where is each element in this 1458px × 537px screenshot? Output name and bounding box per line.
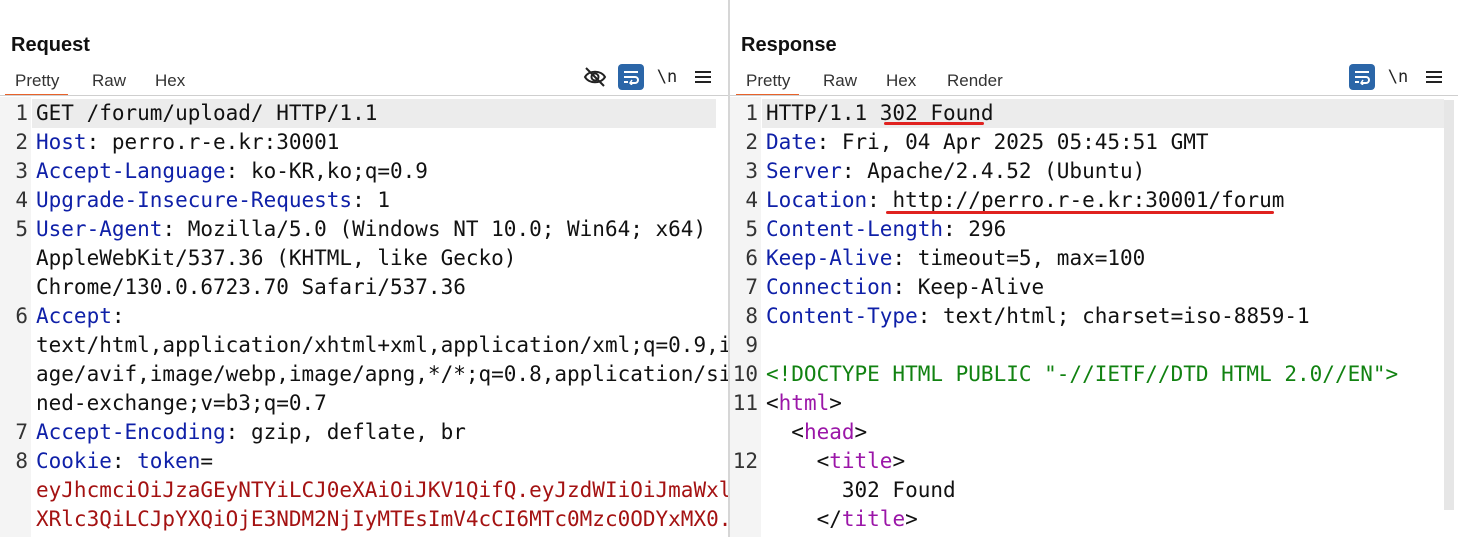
request-menu-button[interactable] xyxy=(690,64,716,90)
request-tab-raw[interactable]: Raw xyxy=(92,68,126,94)
response-tab-raw[interactable]: Raw xyxy=(823,68,857,94)
eye-slash-icon xyxy=(583,67,607,87)
response-tab-pretty[interactable]: Pretty xyxy=(735,68,800,96)
wrap-icon xyxy=(624,71,639,85)
response-word-wrap-toggle[interactable] xyxy=(1349,64,1375,90)
hide-nonprintable-toggle[interactable] xyxy=(582,64,608,90)
response-editor[interactable]: 1 HTTP/1.1 302 Found 2 Date: Fri, 04 Apr 2… xyxy=(730,97,1458,537)
request-editor[interactable]: 1 GET /forum/upload/ HTTP/1.1 2 Host: perr… xyxy=(0,97,728,537)
response-menu-button[interactable] xyxy=(1421,64,1447,90)
request-pane: Request Pretty Raw Hex \n 1 GET /forum/up… xyxy=(0,0,728,537)
word-wrap-toggle[interactable] xyxy=(618,64,644,90)
status-annotation-underline xyxy=(884,122,984,125)
response-scrollbar[interactable] xyxy=(1444,100,1454,510)
response-show-newlines-toggle[interactable]: \n xyxy=(1385,64,1411,90)
wrap-icon xyxy=(1355,71,1370,85)
request-tab-pretty[interactable]: Pretty xyxy=(4,68,69,96)
response-title: Response xyxy=(741,34,837,56)
response-tab-hex[interactable]: Hex xyxy=(886,68,916,94)
newline-label: \n xyxy=(1387,67,1409,87)
request-title: Request xyxy=(11,34,90,56)
hamburger-menu-icon xyxy=(695,71,711,83)
request-tab-hex[interactable]: Hex xyxy=(155,68,185,94)
hamburger-menu-icon xyxy=(1426,71,1442,83)
location-annotation-underline xyxy=(886,211,1274,214)
newline-label: \n xyxy=(656,67,678,87)
response-tab-render[interactable]: Render xyxy=(947,68,1003,94)
response-tab-divider xyxy=(730,95,1458,96)
request-tab-divider xyxy=(0,95,728,96)
show-newlines-toggle[interactable]: \n xyxy=(654,64,680,90)
response-pane: Response Pretty Raw Hex Render \n 1 HTTP/… xyxy=(730,0,1458,537)
